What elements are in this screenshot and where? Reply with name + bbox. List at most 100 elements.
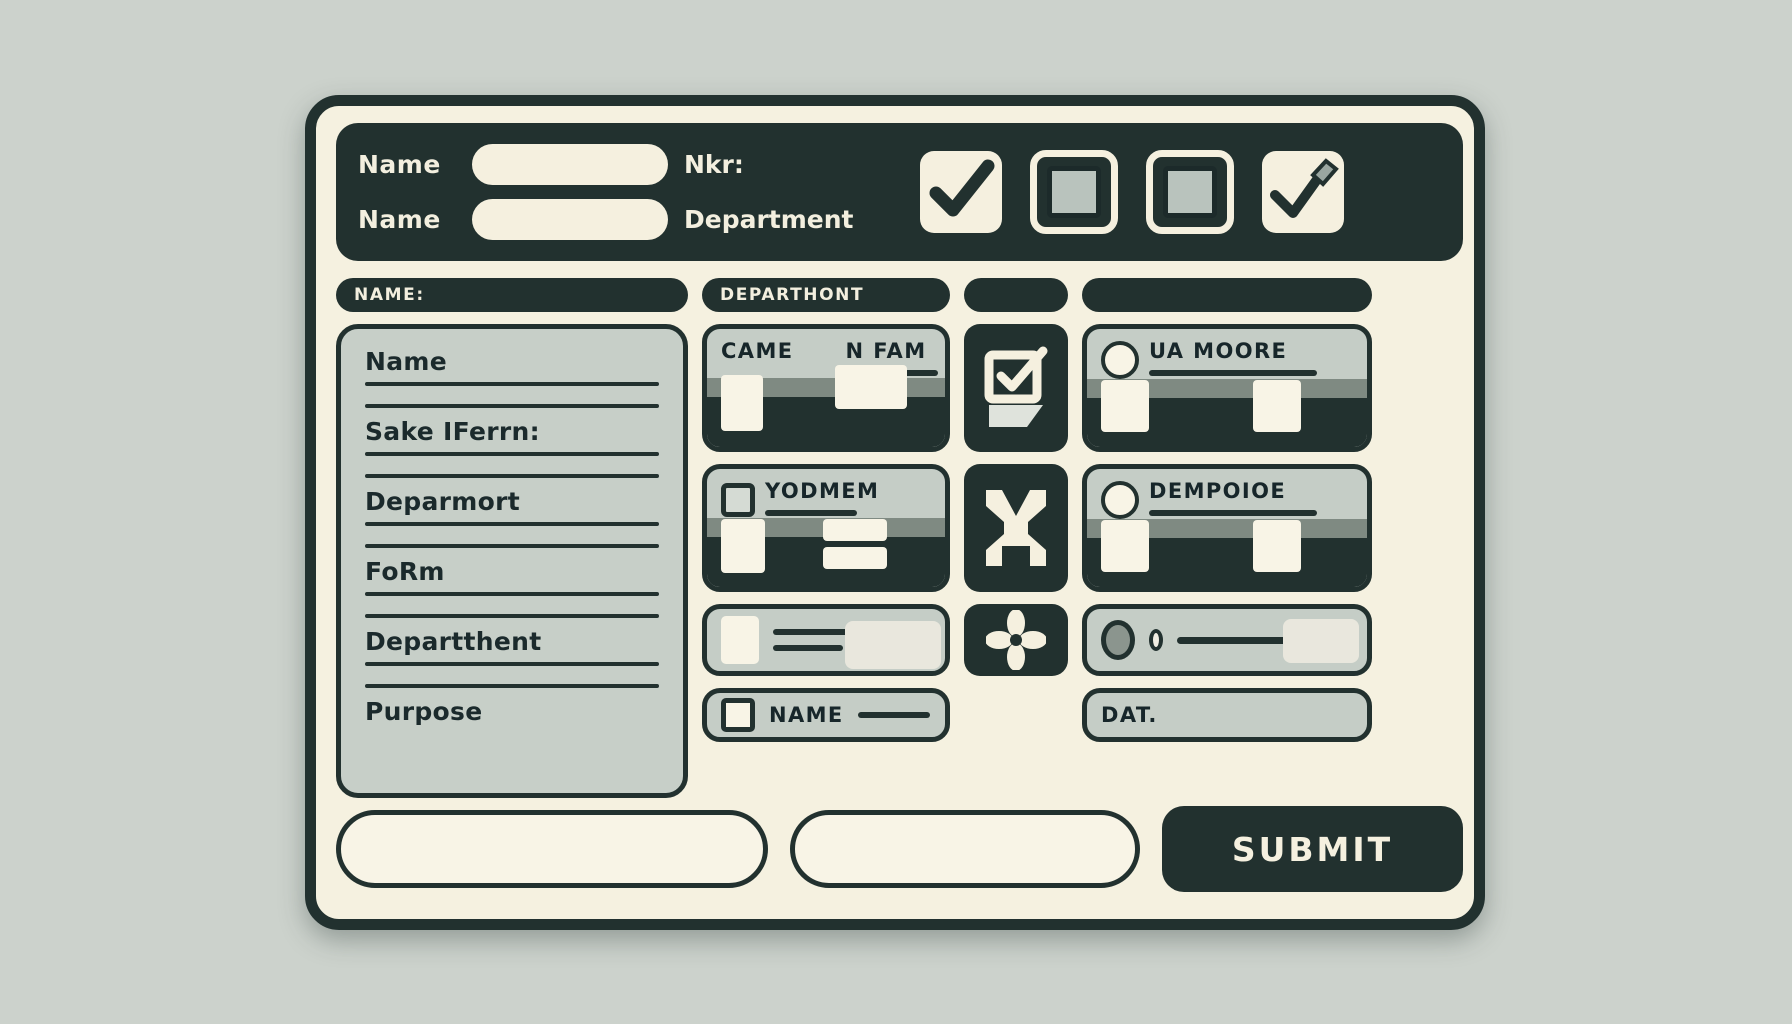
right-column: UA MOORE DEMPOIOE DAT. bbox=[1082, 278, 1372, 798]
field-underline[interactable] bbox=[365, 404, 659, 408]
slider-handle-square[interactable] bbox=[721, 616, 759, 664]
field-underline[interactable] bbox=[365, 474, 659, 478]
middle-slider-card[interactable] bbox=[702, 604, 950, 676]
middle-card-came[interactable]: CAME N FAM bbox=[702, 324, 950, 452]
icons-section-tag bbox=[964, 278, 1068, 312]
card-chip-right-bottom[interactable] bbox=[823, 547, 887, 569]
right-card-ua-moore[interactable]: UA MOORE bbox=[1082, 324, 1372, 452]
checkbox-inner-square bbox=[1047, 166, 1101, 218]
content-area: NAME: Name Sake IFerrn: Deparmort FoRm D… bbox=[336, 278, 1463, 798]
card-title-group: YODMEM bbox=[765, 479, 879, 516]
field-block: FoRm bbox=[365, 544, 659, 605]
icons-column bbox=[964, 278, 1068, 798]
form-window: Name Nkr: Name Department NAME: Name Sak… bbox=[305, 95, 1485, 930]
right-slider-card[interactable] bbox=[1082, 604, 1372, 676]
field-label: Purpose bbox=[365, 697, 483, 726]
left-section-tag: NAME: bbox=[336, 278, 688, 312]
field-underline[interactable] bbox=[365, 544, 659, 548]
header-row-1: Name Nkr: bbox=[358, 144, 878, 185]
footer-input-a[interactable] bbox=[336, 810, 768, 888]
card-chip-left[interactable] bbox=[1101, 520, 1149, 572]
slider-knob-large[interactable] bbox=[1101, 620, 1135, 660]
slider-track-group bbox=[773, 621, 941, 669]
card-underline bbox=[1149, 370, 1317, 376]
flower-move-icon[interactable] bbox=[964, 604, 1068, 676]
card-header: CAME N FAM bbox=[707, 329, 945, 378]
form-checkbox-icon[interactable] bbox=[964, 324, 1068, 452]
card-footer bbox=[1087, 520, 1367, 587]
header-fields: Name Nkr: Name Department bbox=[358, 144, 878, 240]
card-chip-right[interactable] bbox=[835, 365, 907, 409]
card-footer bbox=[707, 519, 945, 587]
check-glyph bbox=[929, 159, 995, 217]
card-chip-right[interactable] bbox=[1253, 380, 1301, 432]
card-radio[interactable] bbox=[1101, 481, 1139, 519]
field-block: Deparmort bbox=[365, 474, 659, 535]
card-title-group: UA MOORE bbox=[1149, 339, 1317, 376]
screen-root: Name Nkr: Name Department NAME: Name Sak… bbox=[0, 0, 1792, 1024]
field-underline[interactable] bbox=[365, 684, 659, 688]
card-title-group-left: CAME bbox=[721, 339, 794, 376]
field-block: Purpose bbox=[365, 684, 659, 732]
slider-knob-small[interactable] bbox=[1149, 629, 1163, 651]
card-chip-left[interactable] bbox=[1101, 380, 1149, 432]
card-underline bbox=[1149, 510, 1317, 516]
card-checkbox[interactable] bbox=[721, 483, 755, 517]
header-icon-group bbox=[920, 150, 1344, 234]
field-underline[interactable] bbox=[365, 662, 659, 666]
checkbox-empty-icon-2[interactable] bbox=[1146, 150, 1234, 234]
slider-track-bottom[interactable] bbox=[773, 645, 843, 651]
header-input-2[interactable] bbox=[472, 199, 668, 240]
card-header: YODMEM bbox=[707, 469, 945, 518]
slider-thumb[interactable] bbox=[1283, 619, 1359, 663]
card-title-group: DEMPOIOE bbox=[1149, 479, 1317, 516]
field-block: Sake IFerrn: bbox=[365, 404, 659, 465]
submit-button[interactable]: SUBMIT bbox=[1162, 806, 1463, 892]
flower-move-glyph bbox=[986, 610, 1046, 670]
checkbox-pen-icon[interactable] bbox=[1262, 151, 1344, 233]
card-chip-left[interactable] bbox=[721, 375, 763, 431]
field-underline[interactable] bbox=[365, 382, 659, 386]
right-section-tag bbox=[1082, 278, 1372, 312]
field-underline[interactable] bbox=[365, 592, 659, 596]
field-underline[interactable] bbox=[365, 452, 659, 456]
right-bottom-card[interactable]: DAT. bbox=[1082, 688, 1372, 742]
header-tail-2: Department bbox=[684, 205, 854, 234]
h-frame-icon[interactable] bbox=[964, 464, 1068, 592]
field-label: Departthent bbox=[365, 627, 542, 656]
footer-input-b[interactable] bbox=[790, 810, 1140, 888]
h-frame-glyph bbox=[986, 490, 1046, 566]
middle-column: DEPARTHONT CAME N FAM YODMEM NAME bbox=[702, 278, 950, 798]
checkbox-empty-icon-1[interactable] bbox=[1030, 150, 1118, 234]
right-card-dempoioe[interactable]: DEMPOIOE bbox=[1082, 464, 1372, 592]
bottom-card-checkbox[interactable] bbox=[721, 698, 755, 732]
header-label-1: Name bbox=[358, 150, 441, 179]
pen-check-glyph bbox=[1270, 158, 1339, 218]
field-label: Sake IFerrn: bbox=[365, 417, 540, 446]
middle-bottom-card[interactable]: NAME bbox=[702, 688, 950, 742]
left-column: NAME: Name Sake IFerrn: Deparmort FoRm D… bbox=[336, 278, 688, 798]
header-bar: Name Nkr: Name Department bbox=[336, 123, 1463, 261]
form-checkbox-glyph bbox=[984, 346, 1048, 427]
field-label: FoRm bbox=[365, 557, 445, 586]
card-chip-left[interactable] bbox=[721, 519, 765, 573]
card-header: UA MOORE bbox=[1087, 329, 1367, 379]
card-chip-right-top[interactable] bbox=[823, 519, 887, 541]
middle-card-yodmem[interactable]: YODMEM bbox=[702, 464, 950, 592]
card-chip-right[interactable] bbox=[1253, 520, 1301, 572]
bottom-card-rule bbox=[857, 712, 930, 718]
checkbox-checked-icon[interactable] bbox=[920, 151, 1002, 233]
field-label: Deparmort bbox=[365, 487, 521, 516]
slider-thumb[interactable] bbox=[845, 621, 941, 669]
header-tail-1: Nkr: bbox=[684, 150, 744, 179]
card-title: N FAM bbox=[845, 339, 927, 363]
header-input-1[interactable] bbox=[472, 144, 668, 185]
field-underline[interactable] bbox=[365, 614, 659, 618]
card-radio[interactable] bbox=[1101, 341, 1139, 379]
field-underline[interactable] bbox=[365, 522, 659, 526]
